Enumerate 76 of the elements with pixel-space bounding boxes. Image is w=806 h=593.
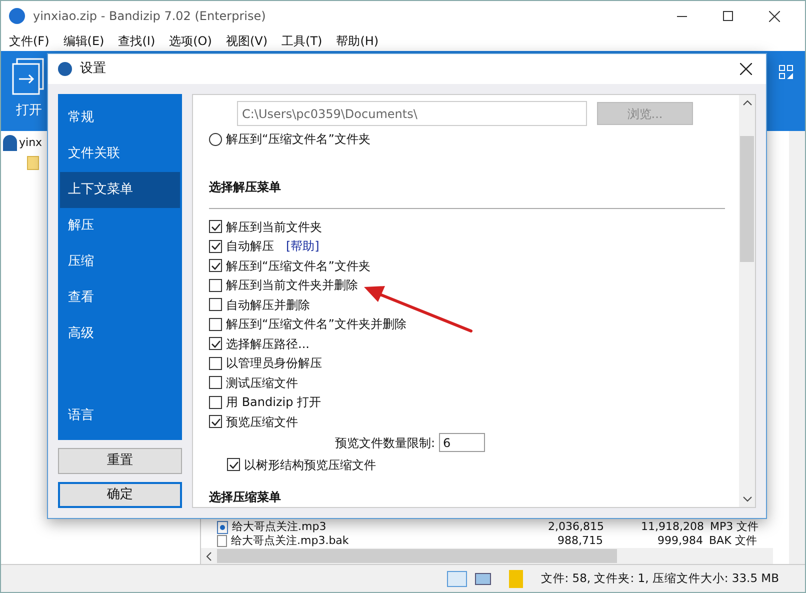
file-size: 2,036,815 — [547, 520, 604, 534]
dialog-button[interactable]: 重置 — [58, 448, 182, 474]
option-label: 解压到当前文件夹并删除 — [226, 277, 358, 294]
app-logo-icon — [58, 62, 72, 76]
dialog-button[interactable]: 确定 — [58, 482, 182, 508]
details-view-icon[interactable] — [446, 570, 467, 586]
preview-limit-label: 预览文件数量限制: — [335, 434, 436, 452]
vertical-scrollbar[interactable] — [739, 95, 755, 507]
view-grid-icon[interactable] — [779, 65, 793, 79]
dialog-title: 设置 — [80, 60, 106, 78]
status-text: 文件: 58, 文件夹: 1, 压缩文件大小: 33.5 MB — [540, 570, 779, 587]
option-label: 测试压缩文件 — [226, 374, 298, 392]
checkbox[interactable] — [209, 415, 222, 428]
open-label: 打开 — [16, 102, 42, 120]
menu-item[interactable]: 选项(O) — [169, 32, 212, 50]
file-type: BAK 文件 — [709, 534, 757, 548]
checkbox[interactable] — [209, 220, 222, 234]
sidebar-item[interactable]: 解压 — [60, 208, 180, 244]
radio-label: 解压到“压缩文件名”文件夹 — [226, 131, 370, 148]
checkbox[interactable] — [209, 318, 222, 331]
window-title: yinxiao.zip - Bandizip 7.02 (Enterprise) — [33, 8, 266, 25]
file-icon — [217, 535, 227, 547]
checkbox[interactable] — [209, 356, 222, 370]
preview-limit-field[interactable]: 6 — [439, 433, 486, 452]
file-size: 988,715 — [556, 534, 603, 548]
horizontal-scrollbar[interactable] — [201, 548, 773, 564]
option-label: 用 Bandizip 打开 — [226, 394, 322, 412]
option-label: 选择解压路径... — [226, 336, 310, 353]
sidebar-item[interactable]: 语言 — [60, 398, 180, 434]
audio-file-icon — [217, 520, 228, 534]
menu-item[interactable]: 视图(V) — [226, 32, 268, 50]
option-label: 以管理员身份解压 — [226, 355, 322, 372]
checkbox[interactable] — [209, 298, 222, 312]
menu-item[interactable]: 工具(T) — [282, 32, 322, 50]
option-label: 解压到“压缩文件名”文件夹 — [226, 258, 370, 275]
section-heading: 选择解压菜单 — [209, 179, 282, 196]
help-link[interactable]: [帮助] — [286, 237, 320, 256]
sidebar-item[interactable]: 查看 — [60, 280, 180, 316]
sidebar-item[interactable]: 常规 — [60, 100, 180, 136]
option-label: 解压到当前文件夹 — [226, 218, 322, 236]
checkbox[interactable] — [209, 259, 222, 272]
option-label: 自动解压并删除 — [226, 296, 310, 314]
sidebar-item[interactable]: 高级 — [60, 316, 180, 352]
option-label: 预览压缩文件 — [226, 414, 298, 431]
option-label: 自动解压 — [226, 238, 274, 256]
menu-item[interactable]: 编辑(E) — [63, 32, 104, 50]
app-logo-icon — [9, 8, 25, 24]
checkbox[interactable] — [209, 396, 222, 409]
radio-button[interactable] — [209, 132, 222, 146]
checkbox[interactable] — [209, 337, 222, 350]
option-label: 解压到“压缩文件名”文件夹并删除 — [226, 316, 406, 334]
file-type: MP3 文件 — [710, 520, 759, 534]
picture-view-icon[interactable] — [474, 572, 491, 584]
checkbox[interactable] — [227, 458, 240, 471]
scroll-up-icon[interactable] — [742, 100, 752, 106]
sidebar-item[interactable]: 文件关联 — [60, 136, 180, 172]
vertical-scrollbar[interactable] — [789, 131, 805, 564]
scroll-left-icon[interactable] — [206, 552, 212, 560]
file-name[interactable]: 给大哥点关注.mp3 — [232, 520, 432, 534]
section-heading: 选择压缩菜单 — [209, 488, 282, 506]
menu-item[interactable]: 文件(F) — [9, 32, 50, 50]
sidebar-item[interactable]: 压缩 — [60, 244, 180, 280]
option-label: 以树形结构预览压缩文件 — [244, 456, 376, 474]
scroll-down-icon[interactable] — [742, 496, 752, 502]
checkbox[interactable] — [209, 376, 222, 390]
file-name[interactable]: 给大哥点关注.mp3.bak — [231, 534, 431, 548]
close-icon[interactable] — [740, 63, 752, 75]
menu-item[interactable]: 帮助(H) — [336, 32, 379, 50]
packed-size: 11,918,208 — [640, 520, 704, 534]
tree-item[interactable]: yinx — [19, 135, 42, 152]
checkbox[interactable] — [209, 278, 222, 292]
packed-size: 999,984 — [656, 534, 703, 548]
open-icon[interactable] — [11, 57, 47, 97]
sidebar-item[interactable]: 上下文菜单 — [60, 172, 180, 208]
checkbox[interactable] — [209, 240, 222, 253]
menu-item[interactable]: 查找(I) — [118, 32, 156, 50]
